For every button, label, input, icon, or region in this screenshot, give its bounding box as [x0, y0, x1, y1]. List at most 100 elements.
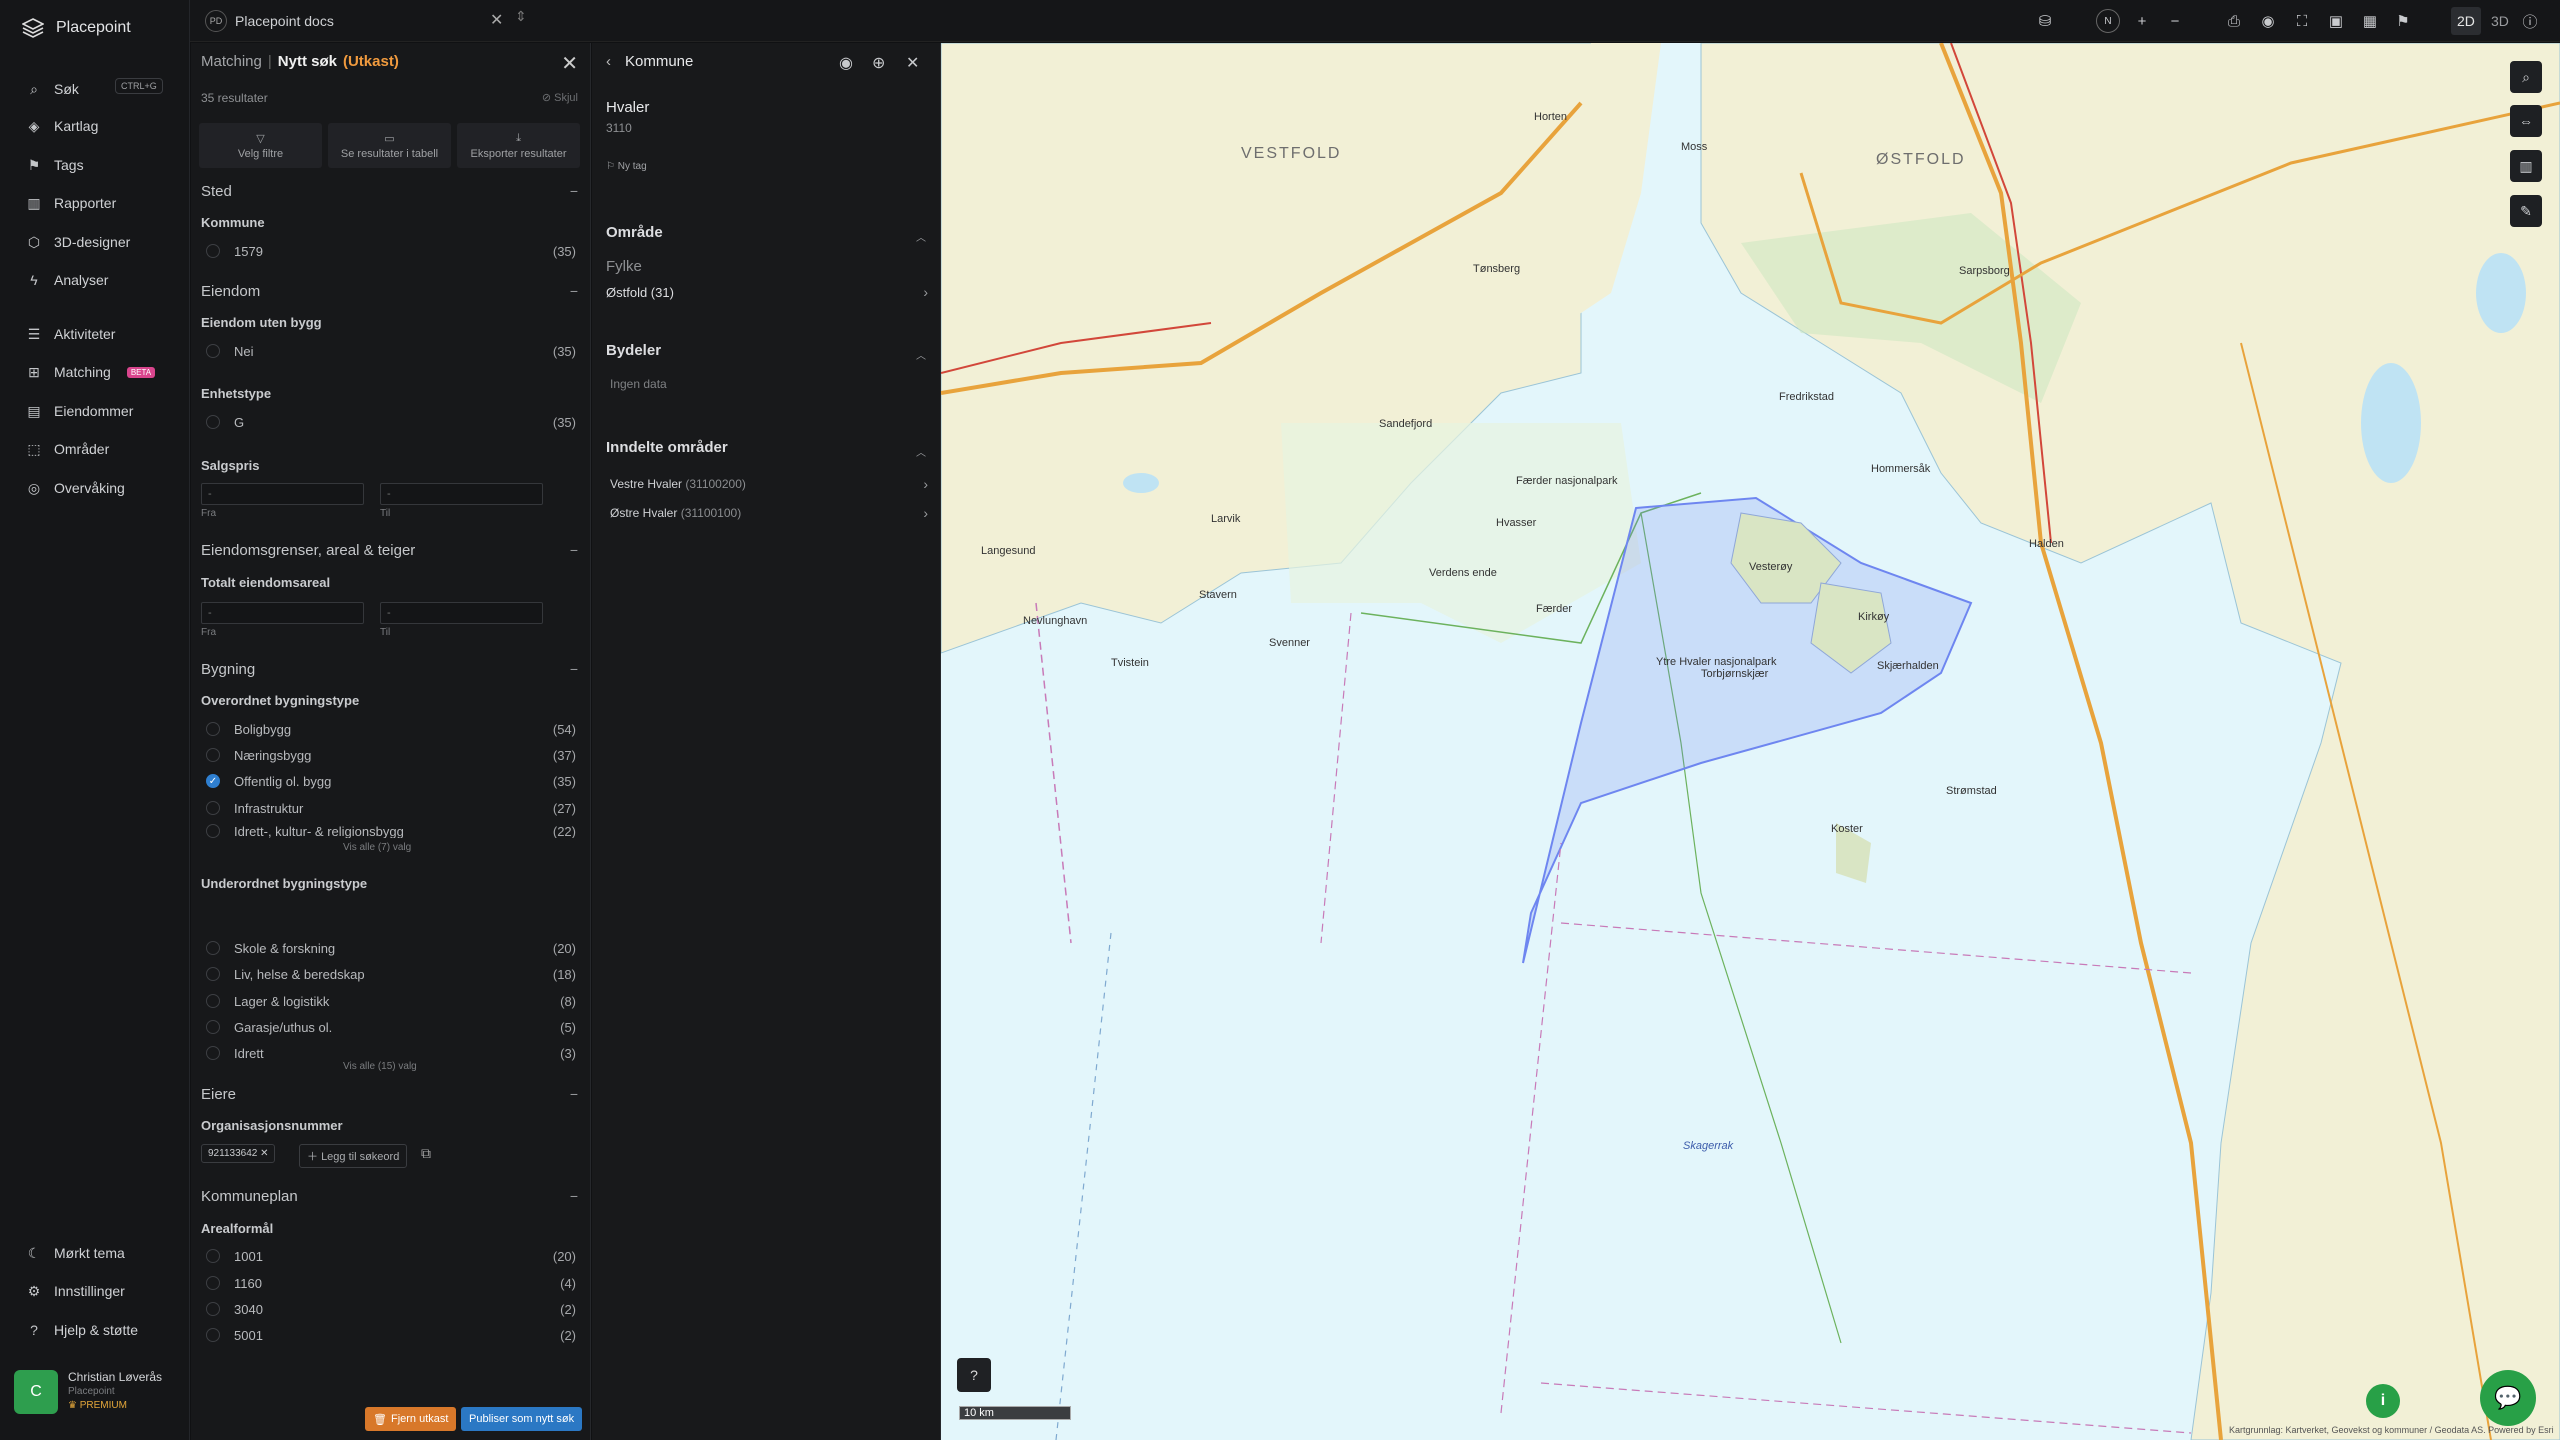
back-icon[interactable]: ‹ — [606, 53, 611, 70]
bookmark-icon[interactable]: ⚑ — [2391, 9, 2415, 33]
nav-kartlag[interactable]: ◈ Kartlag — [26, 114, 99, 138]
checkbox[interactable] — [206, 967, 220, 981]
select-filters-button[interactable]: ▽ Velg filtre — [199, 123, 322, 168]
nav-3d-designer[interactable]: ⬡ 3D-designer — [26, 230, 130, 254]
areal-from-input[interactable] — [201, 602, 364, 624]
info-icon[interactable]: i — [2366, 1384, 2400, 1418]
search-term-chip[interactable]: 921133642 ✕ — [201, 1144, 276, 1163]
checkbox[interactable] — [206, 1328, 220, 1342]
copy-icon[interactable]: ⧉ — [421, 1145, 431, 1162]
remove-chip-icon[interactable]: ✕ — [260, 1148, 268, 1159]
checkbox[interactable] — [206, 824, 220, 838]
checkbox[interactable] — [206, 941, 220, 955]
nav-search[interactable]: ⌕ Søk — [26, 77, 79, 101]
collapse-icon[interactable]: − — [570, 183, 578, 199]
checkbox[interactable] — [206, 1249, 220, 1263]
option-row[interactable]: G (35) — [206, 412, 576, 432]
option-row[interactable]: Boligbygg (54) — [206, 719, 576, 739]
nav-overvaking[interactable]: ◎ Overvåking — [26, 476, 125, 500]
areal-to-input[interactable] — [380, 602, 543, 624]
nav-help[interactable]: ? Hjelp & støtte — [26, 1318, 138, 1342]
mode-3d-button[interactable]: 3D — [2485, 7, 2515, 35]
option-row[interactable]: Infrastruktur (27) — [206, 798, 576, 818]
checkbox[interactable] — [206, 1276, 220, 1290]
nav-aktiviteter[interactable]: ☰ Aktiviteter — [26, 322, 116, 346]
nav-omrader[interactable]: ⬚ Områder — [26, 437, 109, 461]
hide-button[interactable]: ⊘ Skjul — [542, 91, 578, 104]
salgspris-to-input[interactable] — [380, 483, 543, 505]
map-view[interactable]: VESTFOLD ØSTFOLD Horten Tønsberg Sandefj… — [941, 43, 2560, 1440]
option-row[interactable]: Nei (35) — [206, 341, 576, 361]
layers-stack-icon[interactable]: ⛁ — [2033, 9, 2057, 33]
subarea-row[interactable]: Vestre Hvaler (31100200) › — [610, 476, 928, 492]
nav-settings[interactable]: ⚙ Innstillinger — [26, 1279, 125, 1303]
print-icon[interactable]: ⎙ — [2222, 9, 2246, 33]
user-card[interactable]: C Christian Løverås Placepoint ♛ PREMIUM — [14, 1370, 162, 1414]
target-icon[interactable]: ⊕ — [872, 53, 885, 73]
collapse-icon[interactable]: − — [570, 283, 578, 299]
option-row[interactable]: Idrett-, kultur- & religionsbygg (22) — [206, 824, 576, 838]
publish-search-button[interactable]: Publiser som nytt søk — [461, 1407, 583, 1431]
map-draw-icon[interactable]: ✎ — [2510, 195, 2542, 227]
option-row[interactable]: Garasje/uthus ol. (5) — [206, 1017, 576, 1037]
chat-icon[interactable]: 💬 — [2480, 1370, 2536, 1426]
checkbox[interactable] — [206, 1046, 220, 1060]
north-compass-button[interactable]: N — [2096, 9, 2120, 33]
mode-2d-button[interactable]: 2D — [2451, 7, 2481, 35]
subarea-row[interactable]: Østre Hvaler (31100100) › — [610, 505, 928, 521]
option-row[interactable]: Lager & logistikk (8) — [206, 991, 576, 1011]
option-row[interactable]: Idrett (3) — [206, 1043, 576, 1063]
chevron-up-icon[interactable]: ︿ — [916, 444, 926, 459]
help-icon[interactable]: ? — [957, 1358, 991, 1392]
option-row[interactable]: Liv, helse & beredskap (18) — [206, 964, 576, 984]
map-search-area-icon[interactable]: ⌕ — [2510, 61, 2542, 93]
option-row[interactable]: 1160 (4) — [206, 1273, 576, 1293]
checkbox[interactable] — [206, 994, 220, 1008]
option-row[interactable]: 3040 (2) — [206, 1299, 576, 1319]
nav-matching[interactable]: ⊞ Matching BETA — [26, 360, 156, 384]
chevron-updown-icon[interactable]: ⇕ — [515, 8, 527, 25]
salgspris-from-input[interactable] — [201, 483, 364, 505]
close-icon[interactable]: ✕ — [561, 51, 578, 76]
clear-workspace-icon[interactable]: ✕ — [490, 10, 503, 30]
view-table-button[interactable]: ▭ Se resultater i tabell — [328, 123, 451, 168]
chevron-up-icon[interactable]: ︿ — [916, 229, 926, 244]
checkbox[interactable] — [206, 722, 220, 736]
checkbox-checked[interactable]: ✓ — [206, 774, 220, 788]
nav-tags[interactable]: ⚑ Tags — [26, 153, 84, 177]
checkbox[interactable] — [206, 801, 220, 815]
brand[interactable]: Placepoint — [22, 18, 131, 38]
eye-icon[interactable]: ◉ — [839, 53, 853, 73]
grid-icon[interactable]: ▦ — [2358, 9, 2382, 33]
new-tag-button[interactable]: ⚐ Ny tag — [606, 161, 647, 172]
chevron-up-icon[interactable]: ︿ — [916, 347, 926, 362]
option-row[interactable]: ✓ Offentlig ol. bygg (35) — [206, 771, 576, 791]
close-icon[interactable]: ✕ — [906, 53, 919, 73]
option-row[interactable]: 5001 (2) — [206, 1325, 576, 1345]
checkbox[interactable] — [206, 344, 220, 358]
show-all-link[interactable]: Vis alle (15) valg — [343, 1061, 417, 1072]
checkbox[interactable] — [206, 748, 220, 762]
checkbox[interactable] — [206, 244, 220, 258]
option-row[interactable]: Næringsbygg (37) — [206, 745, 576, 765]
collapse-icon[interactable]: − — [570, 1086, 578, 1102]
option-row[interactable]: Skole & forskning (20) — [206, 938, 576, 958]
eye-icon[interactable]: ◉ — [2256, 9, 2280, 33]
fullscreen-icon[interactable]: ⛶ — [2290, 9, 2314, 33]
remove-draft-button[interactable]: 🗑 Fjern utkast — [365, 1407, 457, 1431]
map-canvas[interactable] — [941, 43, 2560, 1440]
workspace-selector[interactable]: PD Placepoint docs — [205, 7, 334, 35]
info-circle-icon[interactable]: ⓘ — [2518, 9, 2542, 33]
breadcrumb-matching[interactable]: Matching — [201, 53, 262, 70]
nav-dark-theme[interactable]: ☾ Mørkt tema — [26, 1241, 125, 1265]
collapse-icon[interactable]: − — [570, 542, 578, 558]
nav-analyser[interactable]: ϟ Analyser — [26, 268, 108, 292]
zoom-in-button[interactable]: + — [2130, 9, 2154, 33]
camera-icon[interactable]: ▣ — [2324, 9, 2348, 33]
export-button[interactable]: ⤓ Eksporter resultater — [457, 123, 580, 168]
checkbox[interactable] — [206, 1302, 220, 1316]
nav-rapporter[interactable]: ▥ Rapporter — [26, 191, 116, 215]
zoom-out-button[interactable]: − — [2163, 9, 2187, 33]
map-measure-icon[interactable]: ⇔ — [2510, 105, 2542, 137]
option-row[interactable]: 1001 (20) — [206, 1246, 576, 1266]
